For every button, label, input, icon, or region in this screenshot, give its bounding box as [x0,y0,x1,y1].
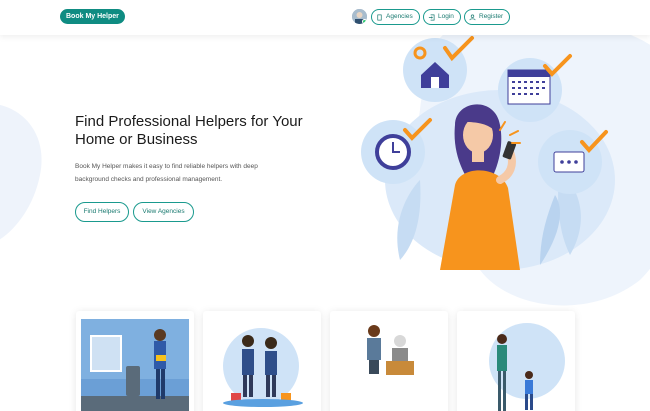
online-status-dot [362,19,367,24]
service-card-family[interactable] [203,311,321,411]
brand-logo-button[interactable]: Book My Helper [60,9,125,24]
view-agencies-button[interactable]: View Agencies [133,202,194,222]
hero-description: Book My Helper makes it easy to find rel… [75,163,258,183]
agencies-label: Agencies [386,13,413,20]
family-cleaning-illustration [223,328,303,407]
janitor-illustration [81,319,189,411]
user-icon [469,14,476,20]
service-card-childcare[interactable] [457,311,575,411]
building-icon [377,14,382,20]
find-helpers-button[interactable]: Find Helpers [75,202,129,222]
avatar[interactable] [352,9,367,24]
service-card-cleaning[interactable] [76,311,194,411]
register-label: Register [479,13,504,20]
service-card-elderly-care[interactable] [330,311,448,411]
login-label: Login [438,13,454,20]
house-bubble-icon [403,36,474,102]
agencies-button[interactable]: Agencies [371,9,420,25]
login-button[interactable]: Login [423,9,461,25]
page: Book My Helper Agencies Login Register F… [0,0,650,411]
hero-illustration [361,36,615,270]
caregiver-illustration [367,325,414,375]
top-navbar: Book My Helper Agencies Login Register [0,0,650,35]
hero-title: Find Professional Helpers for Your Home … [75,113,303,148]
nanny-child-illustration [489,323,565,411]
register-button[interactable]: Register [464,9,511,25]
login-icon [428,14,435,20]
